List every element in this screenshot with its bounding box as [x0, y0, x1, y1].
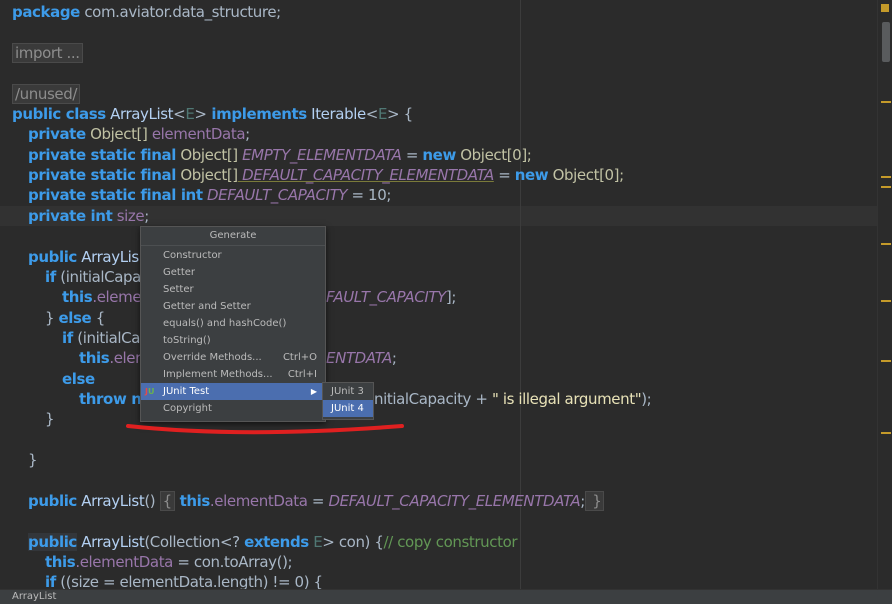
menu-item-equals-hashcode[interactable]: equals() and hashCode()	[141, 315, 325, 332]
code-line-13: if (initialCapa	[45, 268, 141, 286]
code-line-12: public ArrayLis	[28, 248, 139, 266]
code-line-6: public class ArrayList<E> implements Ite…	[12, 105, 413, 123]
submenu-item-junit3[interactable]: JUnit 3	[323, 383, 373, 400]
code-line-9: private static final Object[] DEFAULT_CA…	[28, 166, 624, 184]
code-line-18: else	[62, 370, 95, 388]
menu-item-copyright[interactable]: Copyright	[141, 400, 325, 417]
menu-item-constructor[interactable]: Constructor	[141, 247, 325, 264]
submenu-arrow-icon: ▶	[310, 387, 317, 396]
code-line-10: private static final int DEFAULT_CAPACIT…	[28, 186, 391, 204]
code-line-17-tail: ENTDATA;	[326, 349, 397, 367]
error-stripe-marker[interactable]	[881, 432, 891, 434]
code-line-11: private int size;	[28, 207, 149, 225]
submenu-item-junit4[interactable]: JUnit 4	[323, 400, 373, 417]
menu-item-tostring[interactable]: toString()	[141, 332, 325, 349]
menu-item-junit-test[interactable]: JU JUnit Test ▶	[141, 383, 325, 400]
error-stripe-marker[interactable]	[881, 176, 891, 178]
code-line-16: if (initialCa	[62, 329, 141, 347]
import-fold[interactable]: import ...	[12, 43, 83, 63]
code-line-20: }	[45, 410, 55, 428]
error-stripe-marker[interactable]	[881, 243, 891, 245]
code-line-5: /unused/	[12, 84, 80, 104]
code-line-24: public ArrayList() { this.elementData = …	[28, 491, 605, 511]
code-line-1: package com.aviator.data_structure;	[12, 3, 281, 21]
code-line-8: private static final Object[] EMPTY_ELEM…	[28, 146, 532, 164]
unused-fold[interactable]: /unused/	[12, 84, 80, 104]
menu-item-implement-methods[interactable]: Implement Methods... Ctrl+I	[141, 366, 325, 383]
code-line-7: private Object[] elementData;	[28, 125, 250, 143]
shortcut-label: Ctrl+I	[287, 369, 317, 380]
code-line-27: this.elementData = con.toArray();	[45, 553, 293, 571]
code-line-19-tail: nitialCapacity + " is illegal argument")…	[374, 390, 652, 408]
popup-title: Generate	[141, 227, 325, 246]
code-line-22: }	[28, 451, 38, 469]
menu-item-getter[interactable]: Getter	[141, 264, 325, 281]
code-line-26: public ArrayList(Collection<? extends E>…	[28, 533, 518, 551]
error-stripe-marker[interactable]	[881, 360, 891, 362]
status-bar: ArrayList	[0, 589, 892, 604]
error-stripe-marker[interactable]	[881, 186, 891, 188]
code-line-14-tail: FAULT_CAPACITY];	[326, 288, 457, 306]
code-line-3: import ...	[12, 43, 83, 63]
scrollbar-thumb[interactable]	[882, 22, 890, 62]
warning-marker-top[interactable]	[881, 4, 889, 12]
menu-item-setter[interactable]: Setter	[141, 281, 325, 298]
code-line-19: throw n	[79, 390, 142, 408]
junit-submenu: JUnit 3 JUnit 4	[322, 382, 374, 420]
junit-icon: JU	[145, 387, 155, 396]
code-line-15: } else {	[45, 309, 105, 327]
error-stripe-marker[interactable]	[881, 300, 891, 302]
code-line-17: this.elem	[79, 349, 150, 367]
breadcrumb-class[interactable]: ArrayList	[12, 590, 56, 604]
error-stripe-marker[interactable]	[881, 101, 891, 103]
vertical-scrollbar[interactable]	[877, 0, 892, 604]
generate-popup: Generate Constructor Getter Setter Gette…	[140, 226, 326, 422]
menu-item-override-methods[interactable]: Override Methods... Ctrl+O	[141, 349, 325, 366]
shortcut-label: Ctrl+O	[282, 352, 317, 363]
menu-item-getter-and-setter[interactable]: Getter and Setter	[141, 298, 325, 315]
right-margin-guide	[520, 0, 521, 604]
red-annotation-underline	[126, 424, 404, 435]
code-editor[interactable]: package com.aviator.data_structure; impo…	[0, 0, 878, 604]
code-line-14: this.eleme	[62, 288, 142, 306]
